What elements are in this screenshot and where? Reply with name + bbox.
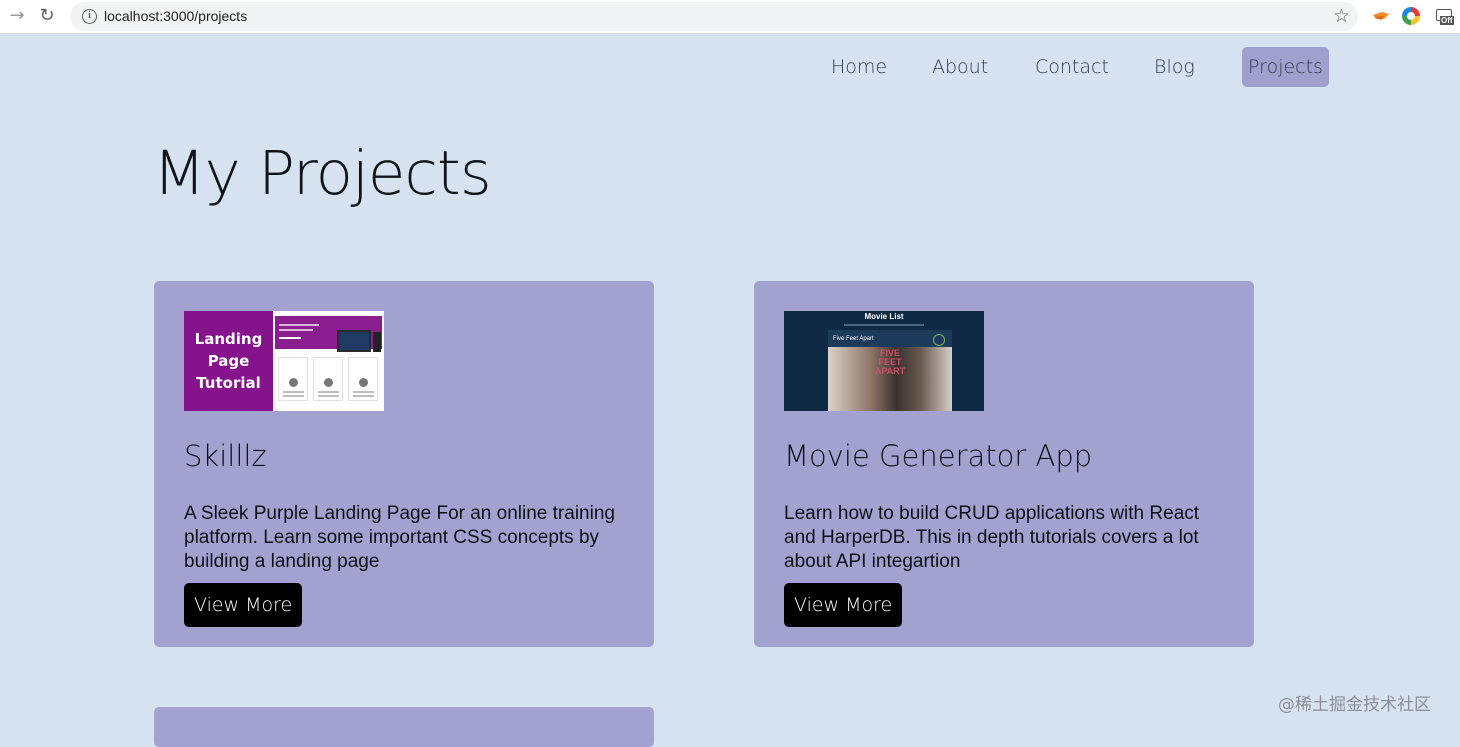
score-ring-icon <box>933 334 945 346</box>
page-title: My Projects <box>153 138 492 209</box>
project-card: Movie List Five Feet Apart FIVE FEET APA… <box>754 281 1254 647</box>
preview-feature <box>348 357 378 401</box>
thumbnail-title: Movie List <box>864 312 904 321</box>
project-thumbnail[interactable]: Movie List Five Feet Apart FIVE FEET APA… <box>784 311 984 411</box>
project-card <box>154 707 654 747</box>
project-description: Learn how to build CRUD applications wit… <box>784 503 1200 572</box>
view-more-button[interactable]: View More <box>784 583 903 627</box>
nav-home-link[interactable]: Home <box>831 47 887 87</box>
extension-bird-icon[interactable] <box>1372 7 1390 25</box>
thumbnail-text-line: Landing <box>194 330 263 348</box>
movie-poster: FIVE FEET APART <box>828 347 952 411</box>
preview-feature <box>313 357 343 401</box>
site-nav: Home About Contact Blog Projects <box>0 47 1460 87</box>
movie-panel: Five Feet Apart FIVE FEET APART <box>828 330 952 411</box>
info-icon[interactable]: i <box>82 9 97 24</box>
project-title: Movie Generator App <box>784 439 1093 473</box>
project-title: Skilllz <box>184 439 267 473</box>
movie-name: Five Feet Apart <box>833 336 874 342</box>
reload-icon[interactable]: ↻ <box>36 5 58 27</box>
thumbnail-preview <box>273 311 384 411</box>
nav-about-link[interactable]: About <box>932 47 988 87</box>
nav-contact-link[interactable]: Contact <box>1035 47 1109 87</box>
thumbnail-text-line: Page <box>207 352 250 370</box>
preview-hero <box>275 316 382 352</box>
bookmark-star-icon[interactable]: ☆ <box>1333 5 1350 27</box>
thumbnail-subtitle-line <box>844 324 924 326</box>
view-more-button[interactable]: View More <box>184 583 303 627</box>
address-bar[interactable]: i localhost:3000/projects ☆ <box>70 2 1358 31</box>
extension-color-icon[interactable] <box>1402 7 1420 25</box>
monitor-icon <box>337 330 371 352</box>
poster-title: FIVE FEET APART <box>866 349 914 376</box>
project-thumbnail[interactable]: Landing Page Tutorial <box>184 311 384 411</box>
poster-text-line: APART <box>874 366 906 376</box>
extension-off-icon[interactable]: Off <box>1436 7 1454 25</box>
project-description: A Sleek Purple Landing Page For an onlin… <box>184 503 615 572</box>
browser-toolbar: → ↻ i localhost:3000/projects ☆ Off <box>0 0 1460 34</box>
project-card: Landing Page Tutorial Skilllz A Sleek Pu… <box>154 281 654 647</box>
computer-tower-icon <box>373 332 381 352</box>
thumbnail-title-panel: Landing Page Tutorial <box>184 311 273 411</box>
preview-feature <box>278 357 308 401</box>
url-text[interactable]: localhost:3000/projects <box>104 8 247 24</box>
thumbnail-text-line: Tutorial <box>196 374 261 392</box>
forward-arrow-icon[interactable]: → <box>6 5 28 27</box>
watermark: @稀土掘金技术社区 <box>1278 695 1431 715</box>
nav-blog-link[interactable]: Blog <box>1154 47 1195 87</box>
nav-projects-link[interactable]: Projects <box>1242 47 1329 87</box>
